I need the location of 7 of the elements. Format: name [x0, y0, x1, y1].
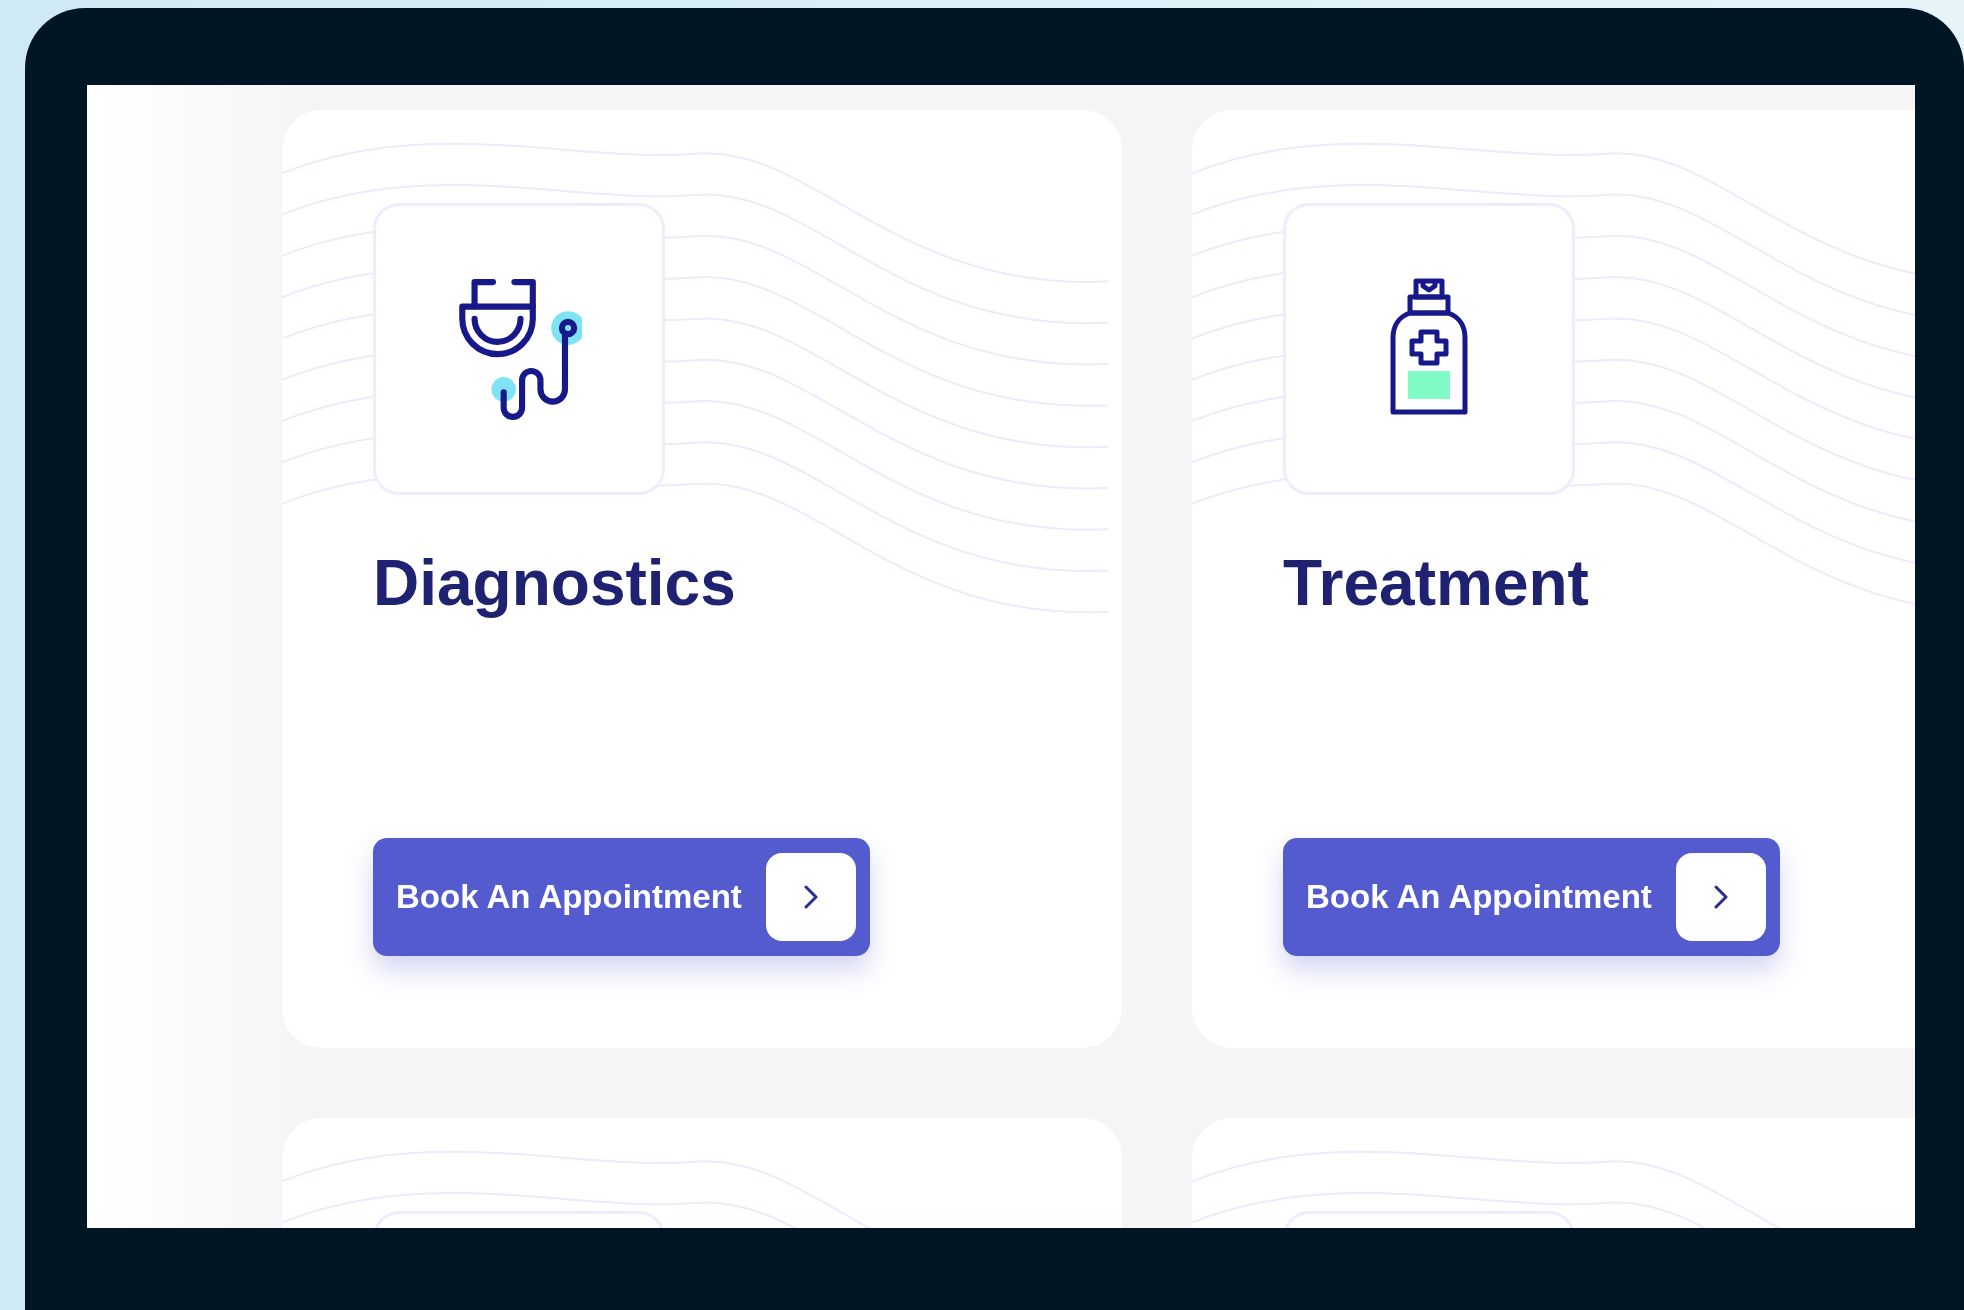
chevron-right-icon — [1713, 884, 1728, 909]
book-appointment-button[interactable]: Book An Appointment — [1283, 837, 1780, 956]
service-title: Treatment — [1283, 546, 1589, 621]
service-title: Diagnostics — [373, 546, 736, 621]
chevron-right-icon — [803, 884, 818, 909]
stethoscope-icon — [456, 278, 582, 420]
book-appointment-button[interactable]: Book An Appointment — [373, 837, 870, 956]
